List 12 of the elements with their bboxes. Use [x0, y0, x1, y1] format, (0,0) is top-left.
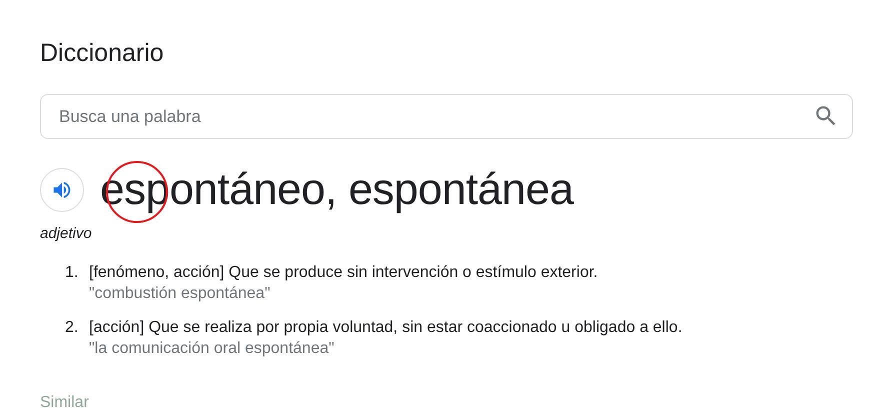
- sense-number: 1.: [65, 262, 80, 282]
- definition: [acción] Que se realiza por propia voluntad, sin estar coaccionado u obligado a ello.: [89, 318, 682, 338]
- pronunciation-button[interactable]: [40, 168, 84, 212]
- usage-example: "combustión espontánea": [89, 284, 270, 304]
- definition: [fenómeno, acción] Que se produce sin intervención o estímulo exterior.: [89, 262, 598, 282]
- search-field[interactable]: Busca una palabra: [40, 94, 853, 139]
- usage-example: "la comunicación oral espontánea": [89, 338, 334, 358]
- speaker-icon: [51, 179, 73, 201]
- page-title: Diccionario: [40, 38, 164, 68]
- part-of-speech: adjetivo: [40, 224, 92, 244]
- section-heading: Similar: [40, 392, 89, 412]
- sense-number: 2.: [65, 318, 80, 338]
